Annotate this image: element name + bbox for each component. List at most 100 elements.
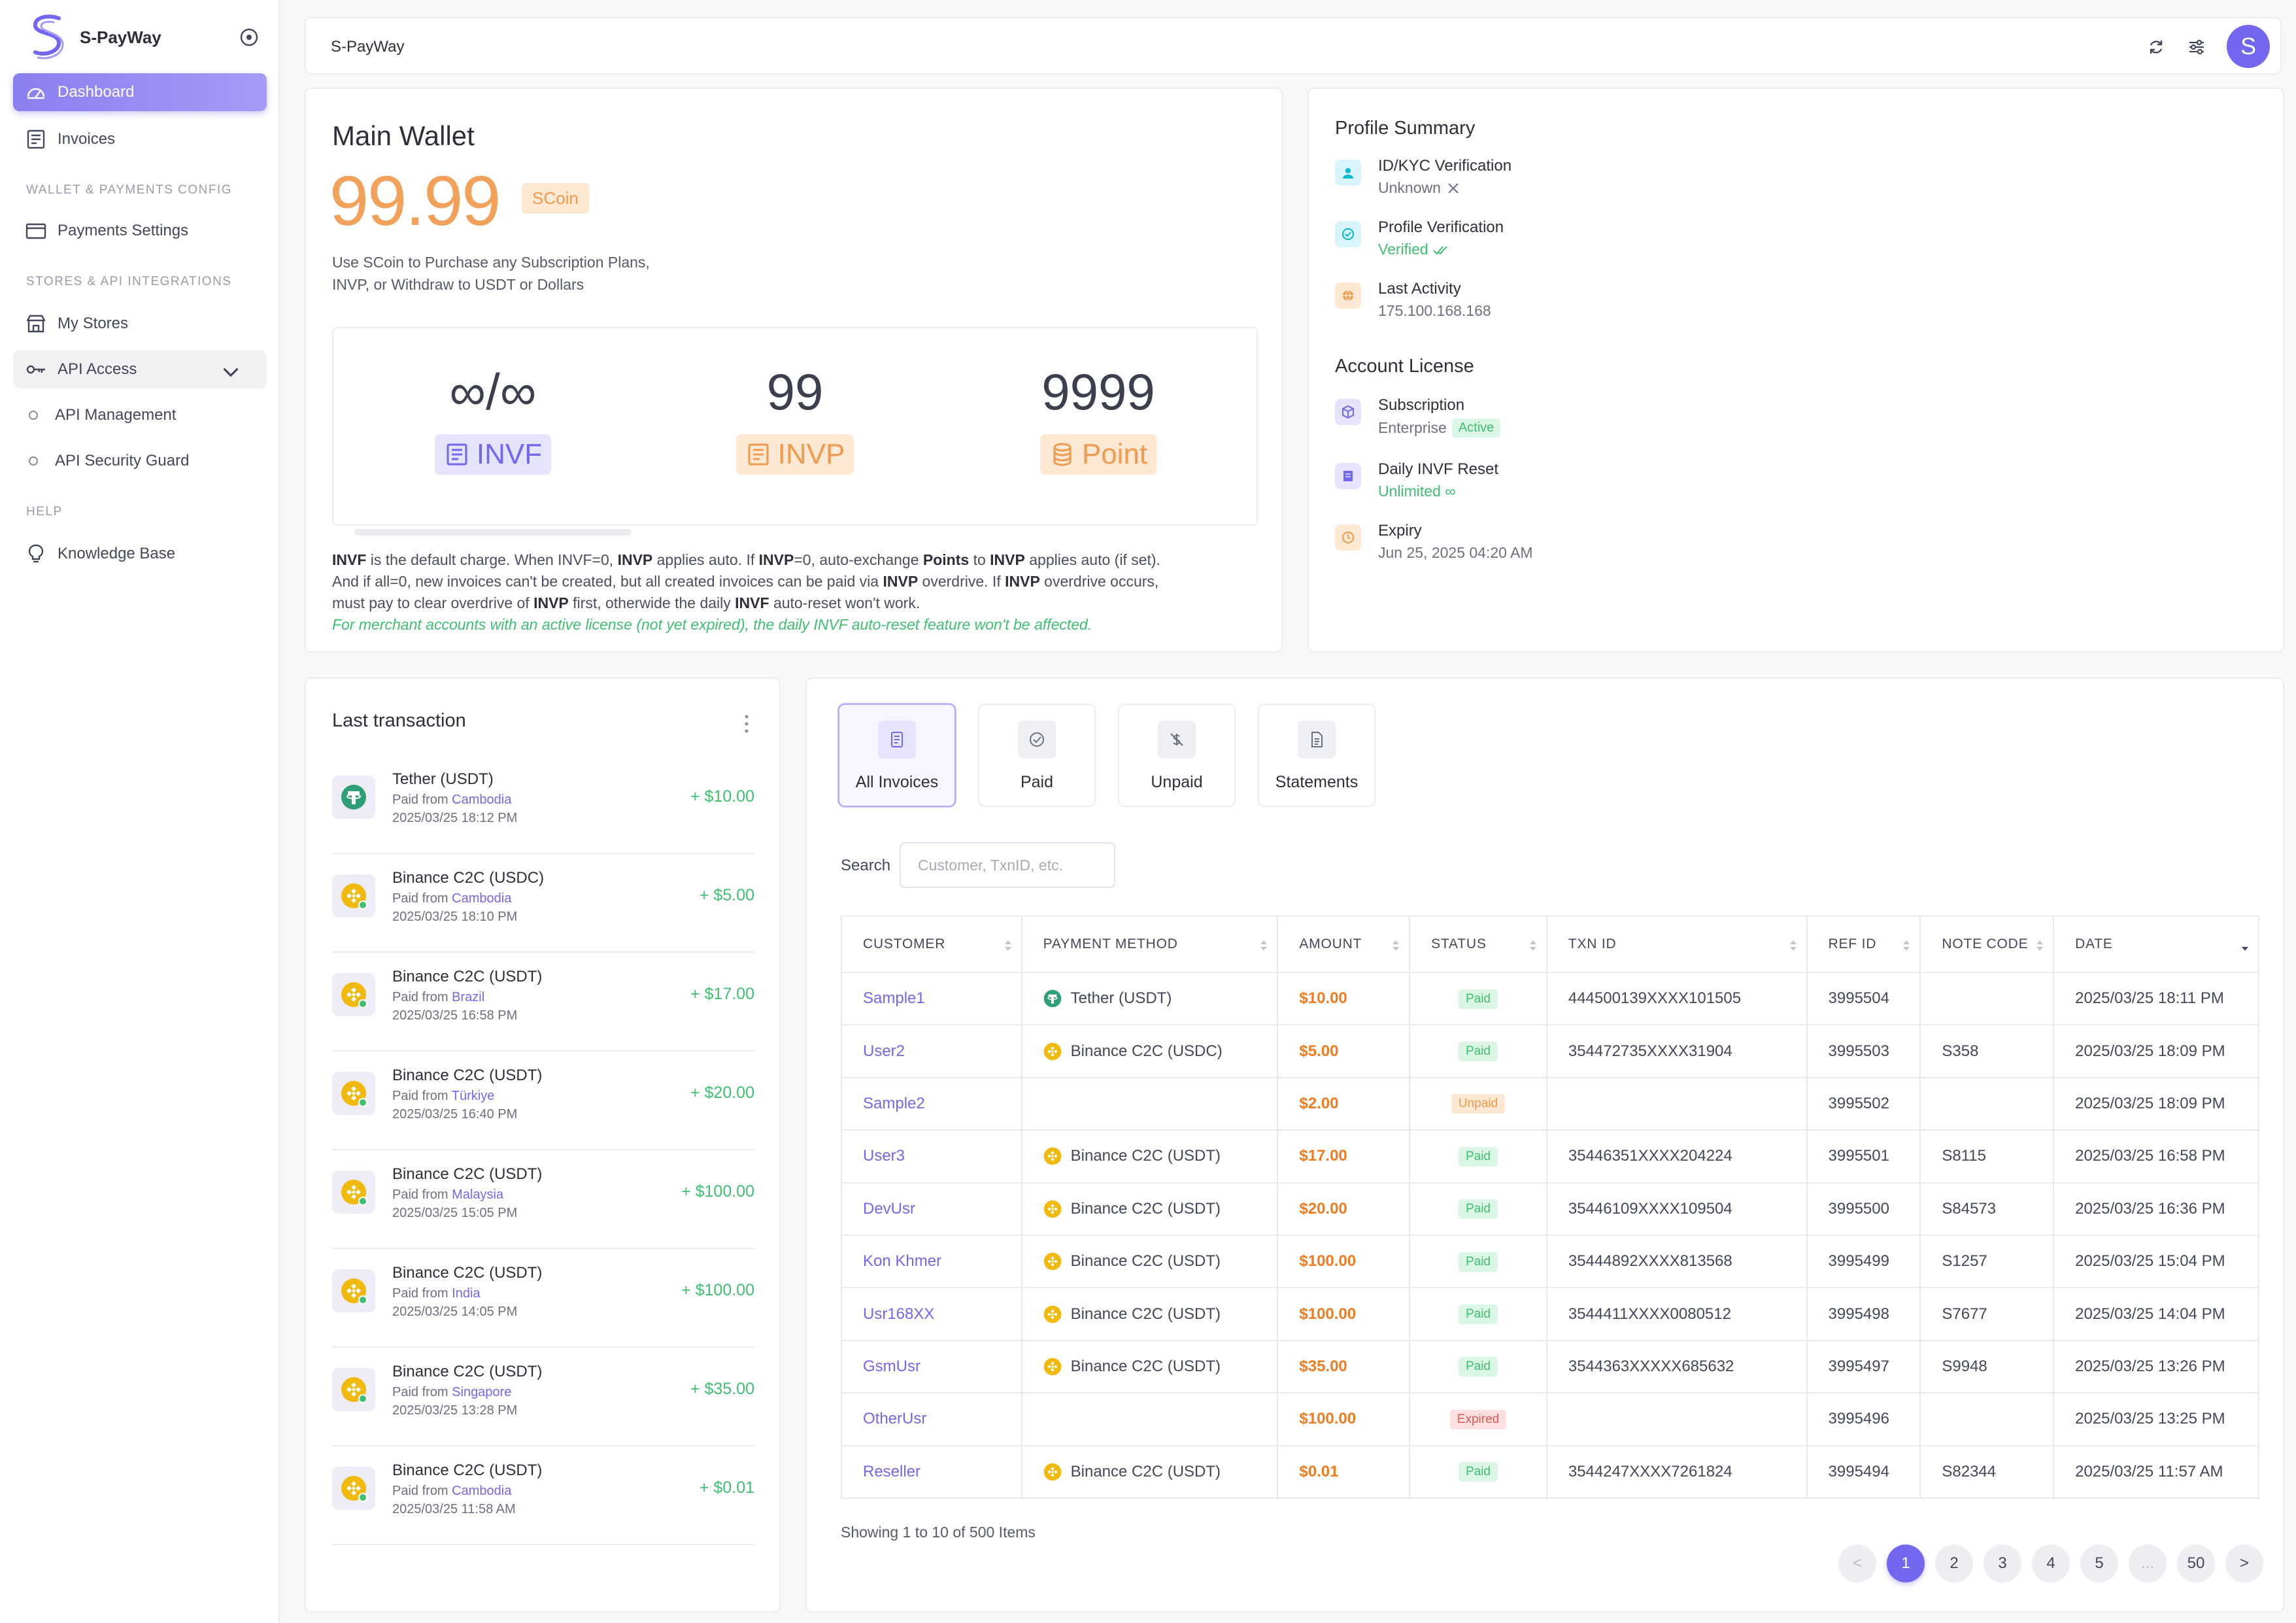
table-row[interactable]: Sample1 Tether (USDT) $10.00 Paid 444500139X…	[841, 971, 2259, 1026]
sort-icon[interactable]	[2036, 938, 2044, 953]
coins-stack-icon	[1053, 443, 1072, 466]
transaction-country[interactable]: Cambodia	[452, 1484, 511, 1498]
tab-label: Paid	[1020, 773, 1054, 791]
pagination-page-button[interactable]: 1	[1887, 1545, 1925, 1582]
pagination-next-button[interactable]: >	[2225, 1545, 2263, 1582]
table-row[interactable]: Sample2 $2.00 Unpaid 3995502 2025/03/25 18:0…	[841, 1076, 2259, 1131]
counter-label-text: Point	[1081, 438, 1148, 470]
online-dot-icon	[358, 1197, 367, 1206]
column-header[interactable]: STATUS	[1409, 915, 1547, 973]
customer-cell[interactable]: User3	[841, 1129, 1022, 1184]
sidebar-item-knowledge-base[interactable]: Knowledge Base	[13, 535, 267, 573]
table-row[interactable]: User2 Binance C2C (USDC) $5.00 Paid 35447273…	[841, 1024, 2259, 1078]
txn-id-cell: 3544247XXXX7261824	[1545, 1444, 1808, 1499]
transaction-country[interactable]: India	[452, 1286, 480, 1301]
pagination-page-button[interactable]: 50	[2177, 1545, 2215, 1582]
sidebar-item-label: API Security Guard	[55, 452, 190, 470]
transaction-country[interactable]: Malaysia	[452, 1187, 503, 1202]
column-header[interactable]: DATE	[2053, 915, 2259, 973]
search-label: Search	[841, 857, 891, 874]
transaction-item[interactable]: Binance C2C (USDT) Paid from Brazil 2025/0…	[332, 953, 754, 1051]
refresh-icon[interactable]	[2146, 37, 2167, 58]
transaction-item[interactable]: Binance C2C (USDC) Paid from Cambodia 2025…	[332, 855, 754, 953]
date-cell: 2025/03/25 16:58 PM	[2053, 1129, 2259, 1184]
sort-icon[interactable]	[1260, 938, 1268, 953]
transaction-name: Binance C2C (USDT)	[392, 1067, 543, 1084]
column-header[interactable]: AMOUNT	[1277, 915, 1411, 973]
transaction-item[interactable]: Tether (USDT) Paid from Cambodia 2025/03/2…	[332, 756, 754, 854]
column-header[interactable]: CUSTOMER	[841, 915, 1022, 973]
column-header[interactable]: TXN ID	[1545, 915, 1808, 973]
search-input[interactable]	[900, 842, 1115, 888]
customer-cell[interactable]: DevUsr	[841, 1182, 1022, 1236]
sort-icon[interactable]	[1529, 938, 1537, 953]
tab-all-invoices[interactable]: All Invoices	[838, 704, 956, 807]
transaction-item[interactable]: Binance C2C (USDT) Paid from Türkiye 2025/…	[332, 1052, 754, 1150]
transaction-item[interactable]: Binance C2C (USDT) Paid from Cambodia 2025…	[332, 1447, 754, 1545]
sidebar-item-api-security-guard[interactable]: API Security Guard	[29, 445, 189, 477]
sidebar-item-my-stores[interactable]: My Stores	[13, 305, 267, 343]
customer-cell[interactable]: User2	[841, 1024, 1022, 1078]
avatar[interactable]: S	[2227, 25, 2270, 68]
column-header[interactable]: NOTE CODE	[1919, 915, 2055, 973]
paid-from-label: Paid from	[392, 1484, 452, 1498]
transaction-country[interactable]: Türkiye	[452, 1089, 495, 1103]
table-row[interactable]: Kon Khmer Binance C2C (USDT) $100.00 Paid 35…	[841, 1234, 2259, 1289]
sidebar-item-dashboard[interactable]: Dashboard	[13, 73, 267, 111]
transaction-country[interactable]: Cambodia	[452, 793, 511, 807]
sort-icon[interactable]	[1392, 938, 1400, 953]
table-row[interactable]: User3 Binance C2C (USDT) $17.00 Paid 3544635…	[841, 1129, 2259, 1184]
binance-coin-icon	[1043, 1252, 1061, 1271]
transaction-country[interactable]: Brazil	[452, 990, 484, 1004]
tab-paid[interactable]: Paid	[978, 704, 1096, 807]
customer-cell[interactable]: Kon Khmer	[841, 1234, 1022, 1289]
transaction-item[interactable]: Binance C2C (USDT) Paid from India 2025/03…	[332, 1250, 754, 1348]
brand[interactable]: S-PayWay	[29, 13, 161, 61]
wallet-notes: INVF is the default charge. When INVF=0,…	[332, 549, 1260, 636]
transaction-country[interactable]: Cambodia	[452, 891, 511, 906]
customer-cell[interactable]: Sample1	[841, 971, 1022, 1026]
sort-icon[interactable]	[1902, 938, 1910, 953]
transaction-name: Tether (USDT)	[392, 770, 494, 788]
payment-method-icon	[1043, 1463, 1062, 1481]
note-license-line: For merchant accounts with an active lic…	[332, 616, 1092, 633]
transaction-icon	[332, 776, 375, 819]
transaction-source: Paid from India	[392, 1286, 481, 1301]
column-header[interactable]: PAYMENT METHOD	[1021, 915, 1279, 973]
transaction-country[interactable]: Singapore	[452, 1385, 511, 1399]
pagination-page-button[interactable]: 3	[1984, 1545, 2021, 1582]
table-row[interactable]: Reseller Binance C2C (USDT) $0.01 Paid 35442…	[841, 1444, 2259, 1499]
transaction-item[interactable]: Binance C2C (USDT) Paid from Singapore 202…	[332, 1348, 754, 1446]
profile-item-label: Last Activity	[1378, 280, 1461, 298]
sidebar-toggle-icon[interactable]	[239, 27, 259, 47]
pagination-page-button[interactable]: 2	[1935, 1545, 1973, 1582]
profile-summary-title: Profile Summary	[1335, 118, 1476, 139]
pagination-prev-button[interactable]: <	[1838, 1545, 1876, 1582]
settings-sliders-icon[interactable]	[2186, 37, 2207, 58]
customer-cell[interactable]: OtherUsr	[841, 1392, 1022, 1446]
sort-icon[interactable]	[1789, 938, 1797, 953]
transaction-item[interactable]: Binance C2C (USDT) Paid from Malaysia 2025…	[332, 1151, 754, 1249]
customer-cell[interactable]: GsmUsr	[841, 1339, 1022, 1394]
tab-unpaid[interactable]: Unpaid	[1118, 704, 1236, 807]
table-row[interactable]: GsmUsr Binance C2C (USDT) $35.00 Paid 354436…	[841, 1339, 2259, 1394]
customer-cell[interactable]: Reseller	[841, 1444, 1022, 1499]
customer-cell[interactable]: Usr168XX	[841, 1287, 1022, 1341]
column-header[interactable]: REF ID	[1806, 915, 1921, 973]
table-row[interactable]: OtherUsr $100.00 Expired 3995496 2025/03/25 …	[841, 1392, 2259, 1446]
sidebar-item-payments-settings[interactable]: Payments Settings	[13, 212, 267, 250]
table-row[interactable]: Usr168XX Binance C2C (USDT) $100.00 Paid 354…	[841, 1287, 2259, 1341]
more-vertical-icon[interactable]	[744, 714, 749, 734]
customer-cell[interactable]: Sample2	[841, 1076, 1022, 1131]
tab-statements[interactable]: Statements	[1258, 704, 1376, 807]
profile-item-value: Verified	[1378, 241, 1449, 258]
sort-icon[interactable]	[1004, 938, 1012, 953]
transaction-name: Binance C2C (USDT)	[392, 1165, 543, 1183]
pagination-page-button[interactable]: 5	[2080, 1545, 2118, 1582]
table-row[interactable]: DevUsr Binance C2C (USDT) $20.00 Paid 354461…	[841, 1182, 2259, 1236]
sidebar-item-invoices[interactable]: Invoices	[13, 120, 267, 158]
sidebar-item-api-access[interactable]: API Access	[13, 350, 267, 388]
pagination-page-button[interactable]: 4	[2032, 1545, 2070, 1582]
sort-icon[interactable]	[2241, 938, 2249, 953]
sidebar-item-api-management[interactable]: API Management	[29, 399, 176, 432]
